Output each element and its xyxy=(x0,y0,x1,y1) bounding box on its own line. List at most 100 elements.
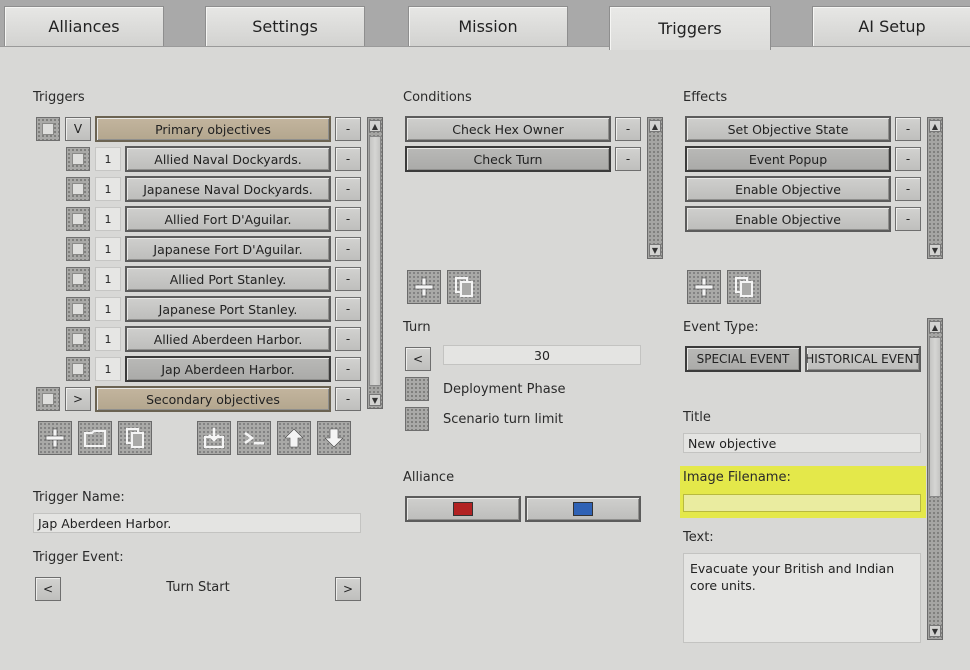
trigger-name-input[interactable]: Jap Aberdeen Harbor. xyxy=(33,513,361,533)
effect-item[interactable]: Set Objective State xyxy=(685,116,891,142)
trigger-checkbox[interactable] xyxy=(66,237,90,261)
blue-swatch xyxy=(573,502,593,516)
plus-icon xyxy=(694,277,714,297)
scroll-down-icon[interactable]: ▼ xyxy=(649,244,661,256)
trigger-event-label: Trigger Event: xyxy=(33,550,124,565)
turn-value-field[interactable]: 30 xyxy=(443,345,641,365)
trigger-item-selected[interactable]: Jap Aberdeen Harbor. xyxy=(125,356,331,382)
remove-button[interactable]: - xyxy=(895,117,921,141)
trigger-checkbox[interactable] xyxy=(66,147,90,171)
deployment-phase-label: Deployment Phase xyxy=(443,382,566,397)
trigger-group-primary[interactable]: Primary objectives xyxy=(95,116,331,142)
trigger-item[interactable]: Allied Naval Dockyards. xyxy=(125,146,331,172)
remove-button[interactable]: - xyxy=(895,147,921,171)
trigger-item[interactable]: Allied Port Stanley. xyxy=(125,266,331,292)
alliance-label: Alliance xyxy=(403,470,455,485)
duplicate-condition-button[interactable] xyxy=(447,270,481,304)
scenario-turn-limit-checkbox[interactable] xyxy=(405,407,429,431)
remove-button[interactable]: - xyxy=(335,387,361,411)
scroll-down-icon[interactable]: ▼ xyxy=(929,244,941,256)
alliance-blue-button[interactable] xyxy=(525,496,641,522)
remove-button[interactable]: - xyxy=(335,267,361,291)
scroll-up-icon[interactable]: ▲ xyxy=(369,120,381,132)
trigger-checkbox[interactable] xyxy=(66,357,90,381)
tab-label: Triggers xyxy=(658,19,722,38)
remove-button[interactable]: - xyxy=(615,117,641,141)
scroll-up-icon[interactable]: ▲ xyxy=(929,120,941,132)
tab-ai-setup[interactable]: AI Setup xyxy=(812,6,970,46)
scroll-thumb[interactable] xyxy=(929,337,941,497)
deployment-phase-checkbox[interactable] xyxy=(405,377,429,401)
add-trigger-button[interactable] xyxy=(38,421,72,455)
group-toggle-secondary[interactable]: > xyxy=(65,387,91,411)
remove-button[interactable]: - xyxy=(335,207,361,231)
trigger-item[interactable]: Allied Aberdeen Harbor. xyxy=(125,326,331,352)
remove-button[interactable]: - xyxy=(335,327,361,351)
arrow-down-icon xyxy=(324,428,344,448)
special-event-button[interactable]: SPECIAL EVENT xyxy=(685,346,801,372)
add-condition-button[interactable] xyxy=(407,270,441,304)
group-checkbox-secondary[interactable] xyxy=(36,387,60,411)
tab-label: Mission xyxy=(458,17,518,36)
import-trigger-button[interactable] xyxy=(197,421,231,455)
remove-button[interactable]: - xyxy=(335,237,361,261)
download-icon xyxy=(204,428,224,448)
remove-button[interactable]: - xyxy=(335,147,361,171)
console-button[interactable] xyxy=(237,421,271,455)
remove-button[interactable]: - xyxy=(335,117,361,141)
group-toggle-primary[interactable]: V xyxy=(65,117,91,141)
event-next-button[interactable]: > xyxy=(335,577,361,601)
remove-button[interactable]: - xyxy=(335,177,361,201)
remove-button[interactable]: - xyxy=(615,147,641,171)
scroll-thumb[interactable] xyxy=(369,136,381,386)
text-area[interactable]: Evacuate your British and Indian core un… xyxy=(683,553,921,643)
effect-item[interactable]: Enable Objective xyxy=(685,206,891,232)
remove-button[interactable]: - xyxy=(335,357,361,381)
remove-button[interactable]: - xyxy=(335,297,361,321)
conditions-scrollbar[interactable]: ▲ ▼ xyxy=(647,117,663,259)
tab-triggers[interactable]: Triggers xyxy=(609,6,771,50)
tab-settings[interactable]: Settings xyxy=(205,6,365,46)
alliance-red-button[interactable] xyxy=(405,496,521,522)
effect-item[interactable]: Enable Objective xyxy=(685,176,891,202)
group-checkbox-primary[interactable] xyxy=(36,117,60,141)
event-prev-button[interactable]: < xyxy=(35,577,61,601)
effect-item-selected[interactable]: Event Popup xyxy=(685,146,891,172)
trigger-item[interactable]: Japanese Naval Dockyards. xyxy=(125,176,331,202)
move-up-button[interactable] xyxy=(277,421,311,455)
trigger-checkbox[interactable] xyxy=(66,177,90,201)
trigger-count: 1 xyxy=(95,237,121,261)
trigger-item[interactable]: Japanese Fort D'Aguilar. xyxy=(125,236,331,262)
historical-event-button[interactable]: HISTORICAL EVENT xyxy=(805,346,921,372)
move-down-button[interactable] xyxy=(317,421,351,455)
tab-alliances[interactable]: Alliances xyxy=(4,6,164,46)
scroll-down-icon[interactable]: ▼ xyxy=(369,394,381,406)
trigger-group-secondary[interactable]: Secondary objectives xyxy=(95,386,331,412)
trigger-checkbox[interactable] xyxy=(66,267,90,291)
trigger-item[interactable]: Allied Fort D'Aguilar. xyxy=(125,206,331,232)
trigger-count: 1 xyxy=(95,207,121,231)
condition-item-selected[interactable]: Check Turn xyxy=(405,146,611,172)
tab-mission[interactable]: Mission xyxy=(408,6,568,46)
turn-decrement-button[interactable]: < xyxy=(405,347,431,371)
scroll-down-icon[interactable]: ▼ xyxy=(929,625,941,637)
event-details-scrollbar[interactable]: ▲ ▼ xyxy=(927,318,943,640)
add-effect-button[interactable] xyxy=(687,270,721,304)
duplicate-effect-button[interactable] xyxy=(727,270,761,304)
remove-button[interactable]: - xyxy=(895,207,921,231)
remove-button[interactable]: - xyxy=(895,177,921,201)
trigger-checkbox[interactable] xyxy=(66,207,90,231)
condition-item[interactable]: Check Hex Owner xyxy=(405,116,611,142)
image-filename-input[interactable] xyxy=(683,494,921,512)
scroll-up-icon[interactable]: ▲ xyxy=(929,321,941,333)
effects-scrollbar[interactable]: ▲ ▼ xyxy=(927,117,943,259)
trigger-item[interactable]: Japanese Port Stanley. xyxy=(125,296,331,322)
trigger-checkbox[interactable] xyxy=(66,297,90,321)
title-input[interactable]: New objective xyxy=(683,433,921,453)
scroll-up-icon[interactable]: ▲ xyxy=(649,120,661,132)
triggers-section-label: Triggers xyxy=(33,90,85,105)
add-folder-button[interactable] xyxy=(78,421,112,455)
trigger-checkbox[interactable] xyxy=(66,327,90,351)
triggers-scrollbar[interactable]: ▲ ▼ xyxy=(367,117,383,409)
duplicate-trigger-button[interactable] xyxy=(118,421,152,455)
